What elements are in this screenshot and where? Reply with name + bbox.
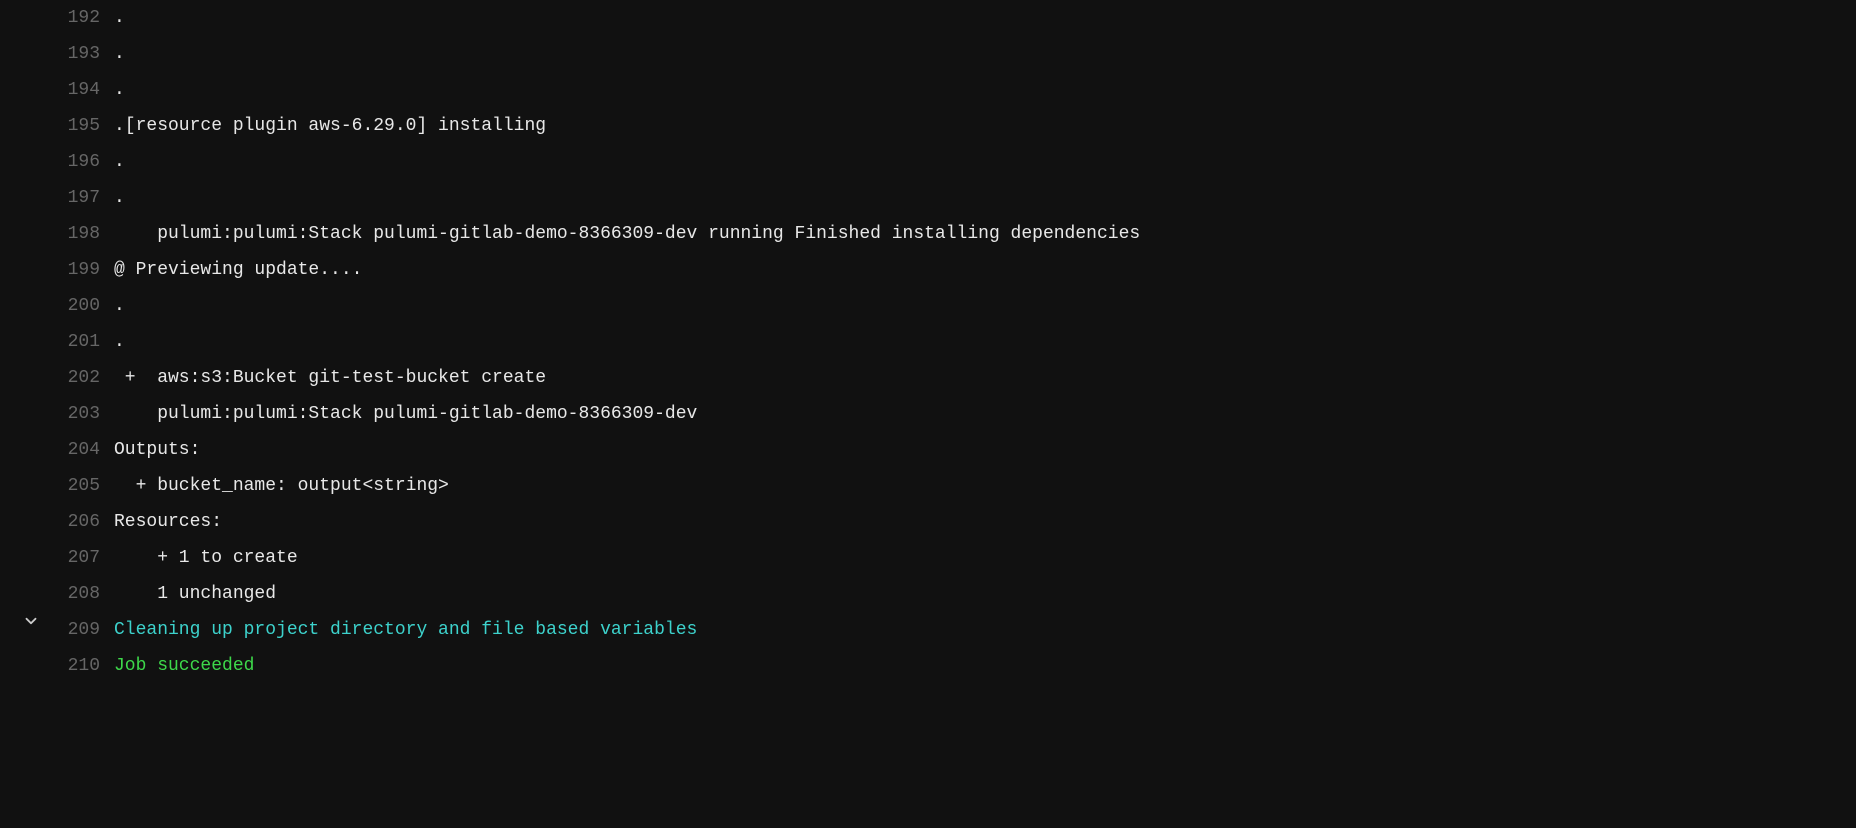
line-number[interactable]: 209: [50, 612, 100, 648]
line-number[interactable]: 200: [50, 288, 100, 324]
line-content: 1 unchanged: [100, 576, 276, 612]
log-line: 201.: [12, 324, 1856, 360]
log-line: 207 + 1 to create: [12, 540, 1856, 576]
line-content: Cleaning up project directory and file b…: [100, 612, 697, 648]
line-number[interactable]: 205: [50, 468, 100, 504]
line-number[interactable]: 210: [50, 648, 100, 684]
line-number[interactable]: 196: [50, 144, 100, 180]
log-line: 202 + aws:s3:Bucket git-test-bucket crea…: [12, 360, 1856, 396]
log-line: 194.: [12, 72, 1856, 108]
line-content: .: [100, 0, 125, 36]
line-content: .: [100, 288, 125, 324]
line-number[interactable]: 195: [50, 108, 100, 144]
log-line: 209Cleaning up project directory and fil…: [12, 612, 1856, 648]
line-content: .: [100, 144, 125, 180]
log-line: 208 1 unchanged: [12, 576, 1856, 612]
log-line: 200.: [12, 288, 1856, 324]
line-content: pulumi:pulumi:Stack pulumi-gitlab-demo-8…: [100, 396, 697, 432]
log-line: 210Job succeeded: [12, 648, 1856, 684]
log-line: 192.: [12, 0, 1856, 36]
log-line: 204Outputs:: [12, 432, 1856, 468]
log-line: 198 pulumi:pulumi:Stack pulumi-gitlab-de…: [12, 216, 1856, 252]
line-number[interactable]: 207: [50, 540, 100, 576]
log-line: 193.: [12, 36, 1856, 72]
line-number[interactable]: 203: [50, 396, 100, 432]
chevron-down-icon[interactable]: [22, 612, 40, 630]
line-content: + aws:s3:Bucket git-test-bucket create: [100, 360, 546, 396]
line-content: + bucket_name: output<string>: [100, 468, 449, 504]
line-content: + 1 to create: [100, 540, 298, 576]
log-line: 196.: [12, 144, 1856, 180]
line-content: @ Previewing update....: [100, 252, 362, 288]
line-number[interactable]: 204: [50, 432, 100, 468]
line-number[interactable]: 202: [50, 360, 100, 396]
line-content: Job succeeded: [100, 648, 254, 684]
line-number[interactable]: 192: [50, 0, 100, 36]
line-content: .: [100, 72, 125, 108]
line-content: Resources:: [100, 504, 222, 540]
line-number[interactable]: 199: [50, 252, 100, 288]
line-content: .: [100, 36, 125, 72]
gutter: [12, 612, 50, 630]
line-number[interactable]: 193: [50, 36, 100, 72]
log-line: 199@ Previewing update....: [12, 252, 1856, 288]
line-content: .: [100, 180, 125, 216]
log-line: 195.[resource plugin aws-6.29.0] install…: [12, 108, 1856, 144]
line-number[interactable]: 197: [50, 180, 100, 216]
log-container: 192.193.194.195.[resource plugin aws-6.2…: [0, 0, 1856, 684]
line-content: pulumi:pulumi:Stack pulumi-gitlab-demo-8…: [100, 216, 1140, 252]
log-line: 206Resources:: [12, 504, 1856, 540]
line-number[interactable]: 198: [50, 216, 100, 252]
line-content: .[resource plugin aws-6.29.0] installing: [100, 108, 546, 144]
line-number[interactable]: 206: [50, 504, 100, 540]
log-line: 203 pulumi:pulumi:Stack pulumi-gitlab-de…: [12, 396, 1856, 432]
line-number[interactable]: 201: [50, 324, 100, 360]
log-line: 197.: [12, 180, 1856, 216]
line-content: .: [100, 324, 125, 360]
log-line: 205 + bucket_name: output<string>: [12, 468, 1856, 504]
line-number[interactable]: 194: [50, 72, 100, 108]
line-number[interactable]: 208: [50, 576, 100, 612]
line-content: Outputs:: [100, 432, 200, 468]
